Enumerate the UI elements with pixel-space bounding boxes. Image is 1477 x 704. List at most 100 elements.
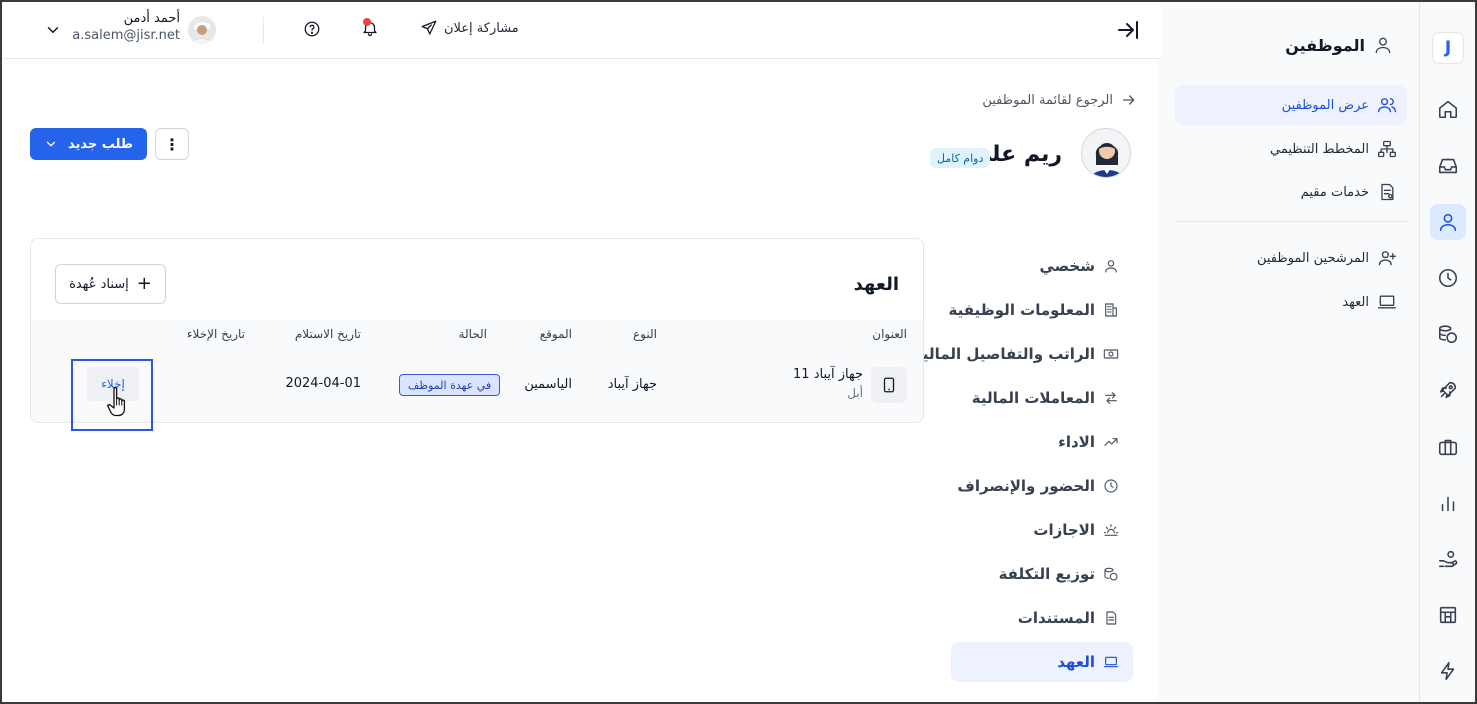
column-header-location: الموقع — [539, 327, 572, 341]
send-icon — [421, 20, 437, 35]
arrow-right-icon — [1123, 95, 1135, 105]
status-badge: في عهدة الموظف — [399, 374, 501, 396]
rocket-icon[interactable] — [1430, 372, 1466, 408]
tab-personal[interactable]: شخصي — [951, 246, 1133, 286]
sidebar-item-label: عرض الموظفين — [1281, 97, 1369, 113]
sidebar-header: الموظفين — [1285, 35, 1393, 55]
back-link-label: الرجوع لقائمة الموظفين — [982, 92, 1113, 108]
tab-cost-distribution[interactable]: توزيع التكلفة — [951, 554, 1133, 594]
tab-label: الراتب والتفاصيل المالية — [913, 345, 1095, 363]
tab-label: الحضور والإنصراف — [957, 477, 1095, 495]
chevron-down-icon — [46, 141, 56, 147]
custody-card: العهد إسناد عُهدة + العنوان النوع الموقع… — [30, 238, 924, 423]
plus-icon: + — [136, 273, 152, 294]
clock-icon — [1104, 479, 1118, 493]
custody-item-brand: أبل — [847, 386, 863, 400]
custody-item-received-date: 2024-04-01 — [285, 376, 361, 391]
help-icon[interactable] — [303, 20, 321, 38]
sidebar-item-label: خدمات مقيم — [1300, 184, 1369, 200]
share-announcement-label: مشاركة إعلان — [444, 20, 519, 36]
user-avatar — [188, 16, 216, 44]
sidebar-item-label: المخطط التنظيمي — [1270, 141, 1369, 157]
hand-pointer-cursor-icon — [106, 385, 134, 417]
building-icon — [1105, 303, 1117, 317]
new-request-label: طلب جديد — [67, 136, 134, 152]
column-header-release-date: تاريخ الإخلاء — [186, 327, 245, 341]
briefcase-icon[interactable] — [1430, 429, 1466, 465]
tab-label: المعاملات المالية — [971, 389, 1095, 407]
sidebar-item-label: العهد — [1342, 294, 1369, 310]
coins-icon[interactable] — [1430, 316, 1466, 352]
app-logo[interactable]: J — [1432, 32, 1464, 64]
app-window: J الموظفين عرض الموظفين المخطط التنظيمي … — [0, 0, 1477, 704]
assign-custody-label: إسناد عُهدة — [69, 276, 129, 292]
user-menu[interactable]: أحمد أدمن a.salem@jisr.net — [44, 11, 220, 49]
person-icon[interactable] — [1430, 204, 1466, 240]
tab-job-info[interactable]: المعلومات الوظيفية — [948, 290, 1133, 330]
sidebar-item-candidates[interactable]: المرشحين الموظفين — [1175, 238, 1407, 278]
sidebar-title: الموظفين — [1285, 35, 1365, 55]
laptop-icon — [1378, 295, 1396, 309]
inbox-icon[interactable] — [1430, 148, 1466, 184]
tab-custody[interactable]: العهد — [951, 642, 1133, 682]
custody-item-location: الياسمين — [524, 377, 572, 392]
chevron-down-icon[interactable] — [44, 21, 62, 39]
column-header-title: العنوان — [872, 327, 907, 341]
laptop-icon — [1103, 656, 1119, 668]
new-request-button[interactable]: طلب جديد — [30, 128, 147, 160]
sidebar-item-org-chart[interactable]: المخطط التنظيمي — [1175, 129, 1407, 169]
cash-icon — [1103, 349, 1119, 359]
file-icon — [1106, 611, 1117, 625]
employee-avatar — [1081, 128, 1131, 178]
sidebar-divider — [1175, 221, 1407, 222]
home-icon[interactable] — [1430, 91, 1466, 127]
trend-icon — [1104, 438, 1118, 446]
table-row: جهاز آيباد 11 أبل جهاز آيباد الياسمين في… — [31, 350, 923, 422]
assign-custody-button[interactable]: إسناد عُهدة + — [55, 264, 166, 304]
more-options-button[interactable]: ⋮ — [155, 128, 189, 160]
employment-type-badge: دوام كامل — [930, 148, 991, 168]
person-icon — [1105, 260, 1117, 273]
users-icon — [1378, 98, 1396, 113]
column-header-type: النوع — [633, 327, 657, 341]
back-to-employees-link[interactable]: الرجوع لقائمة الموظفين — [982, 92, 1137, 108]
icon-rail: J — [1419, 2, 1475, 702]
column-header-status: الحالة — [458, 327, 487, 341]
tab-performance[interactable]: الاداء — [951, 422, 1133, 462]
tab-label: المعلومات الوظيفية — [948, 301, 1095, 319]
share-announcement-button[interactable]: مشاركة إعلان — [420, 19, 519, 37]
sun-icon — [1103, 524, 1119, 536]
arrows-icon — [1105, 392, 1117, 404]
bar-chart-icon[interactable] — [1430, 485, 1466, 521]
custody-table-header: العنوان النوع الموقع الحالة تاريخ الاستل… — [31, 320, 923, 350]
tab-leaves[interactable]: الاجازات — [951, 510, 1133, 550]
user-email: a.salem@jisr.net — [72, 28, 180, 43]
topbar-divider — [263, 17, 264, 43]
sidebar-item-label: المرشحين الموظفين — [1256, 250, 1369, 266]
tab-label: الاداء — [1058, 433, 1095, 451]
employees-sidebar: الموظفين عرض الموظفين المخطط التنظيمي خد… — [1157, 2, 1419, 702]
tab-label: توزيع التكلفة — [998, 565, 1095, 583]
tab-documents[interactable]: المستندات — [951, 598, 1133, 638]
custody-item-name: جهاز آيباد 11 — [793, 367, 863, 382]
notifications-bell-icon[interactable] — [361, 18, 381, 41]
tab-label: العهد — [1057, 653, 1095, 671]
tab-label: الاجازات — [1033, 521, 1095, 539]
sidebar-item-resident-services[interactable]: خدمات مقيم — [1175, 172, 1407, 212]
tab-financial-transactions[interactable]: المعاملات المالية — [951, 378, 1133, 418]
custody-item-type: جهاز آيباد — [607, 377, 657, 392]
collapse-sidebar-icon[interactable] — [1116, 18, 1140, 42]
custody-title: العهد — [853, 274, 899, 295]
clock-icon[interactable] — [1430, 260, 1466, 296]
tab-salary[interactable]: الراتب والتفاصيل المالية — [914, 334, 1133, 374]
bolt-icon[interactable] — [1430, 653, 1466, 689]
top-bar: مشاركة إعلان أحمد أدمن a.salem@jisr.net — [2, 2, 1161, 59]
org-chart-icon — [1378, 140, 1396, 158]
tab-label: شخصي — [1039, 257, 1095, 275]
store-icon[interactable] — [1430, 597, 1466, 633]
hand-coin-icon[interactable] — [1430, 541, 1466, 577]
sidebar-item-custody[interactable]: العهد — [1175, 282, 1407, 322]
user-plus-icon — [1378, 251, 1396, 266]
tab-attendance[interactable]: الحضور والإنصراف — [951, 466, 1133, 506]
sidebar-item-view-employees[interactable]: عرض الموظفين — [1175, 85, 1407, 125]
